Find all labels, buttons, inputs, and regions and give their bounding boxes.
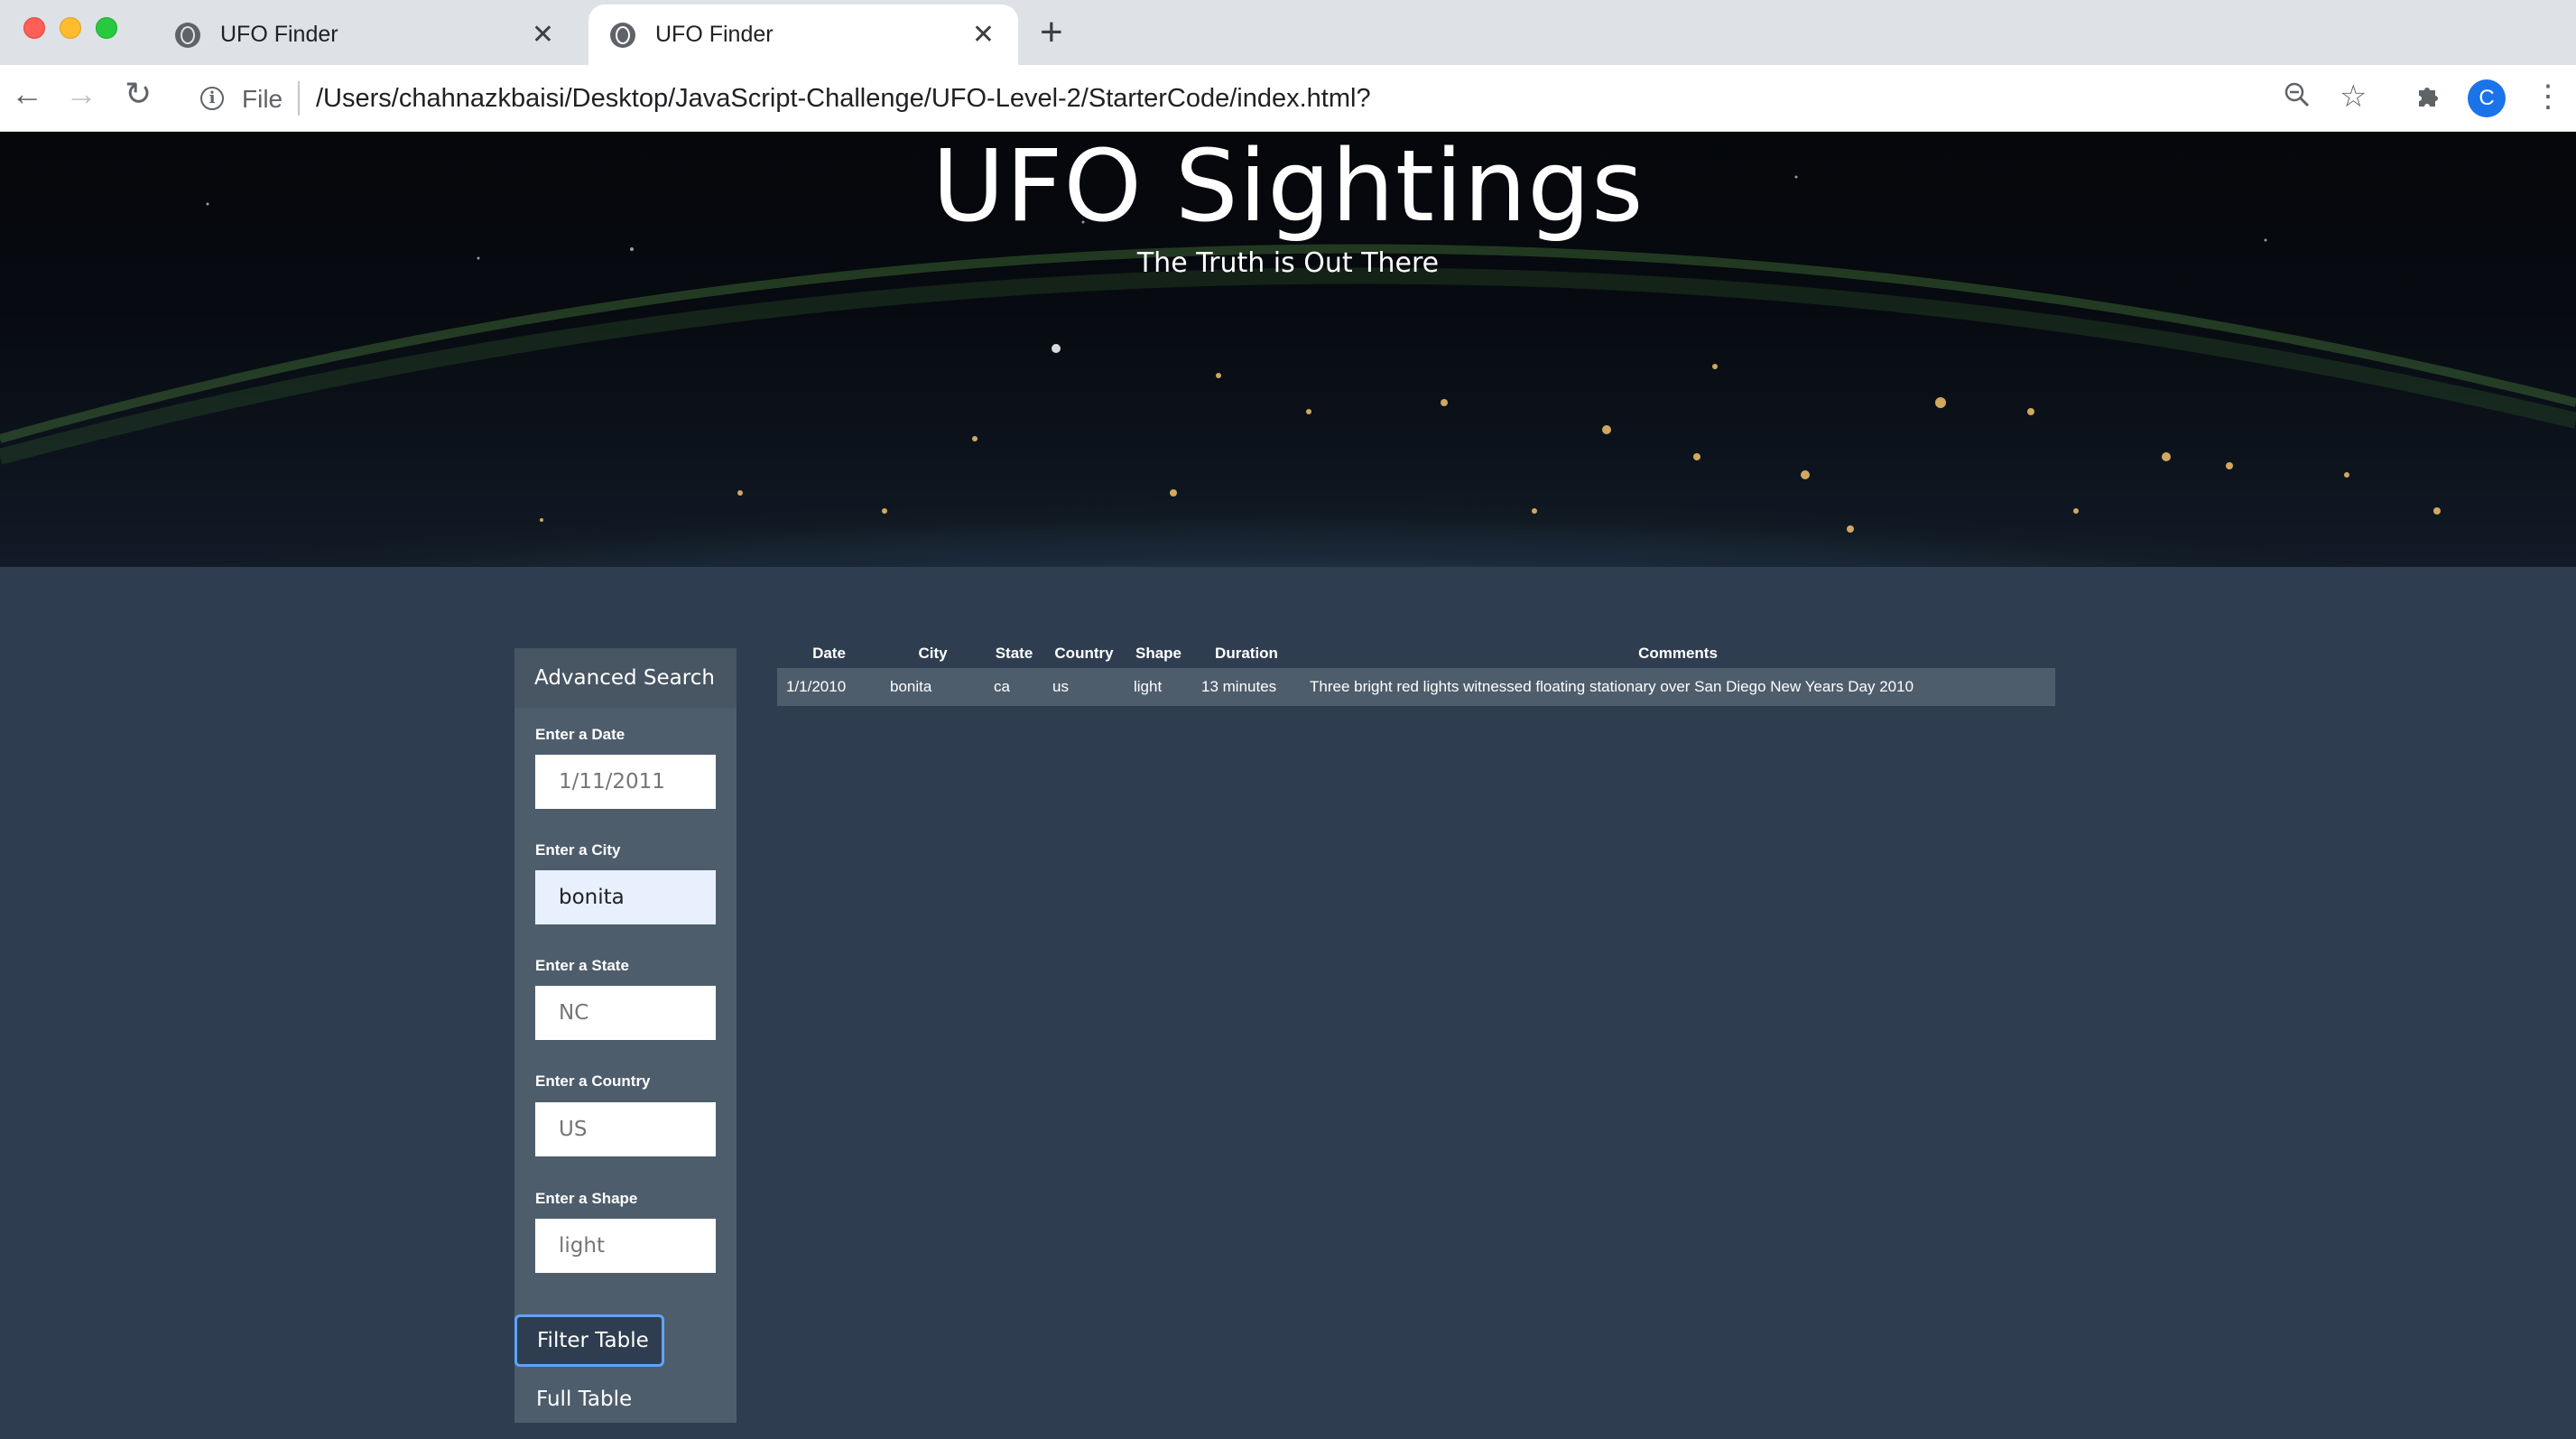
browser-tab-active[interactable]: UFO Finder ✕: [588, 5, 1018, 65]
country-input[interactable]: [535, 1102, 716, 1156]
full-table-button[interactable]: Full Table: [514, 1376, 737, 1423]
bookmark-star-icon[interactable]: ☆: [2340, 81, 2367, 112]
country-label: Enter a Country: [535, 1072, 651, 1090]
ufo-table: Date City State Country Shape Duration C…: [777, 639, 2055, 706]
state-input[interactable]: [535, 986, 716, 1040]
shape-label: Enter a Shape: [535, 1190, 638, 1207]
cell-date: 1/1/2010: [777, 668, 881, 706]
column-header: Date: [812, 645, 846, 662]
panel-heading: Advanced Search: [514, 648, 737, 708]
page-subtitle: The Truth is Out There: [1136, 247, 1440, 279]
date-input[interactable]: [535, 755, 716, 809]
extensions-puzzle-icon[interactable]: [2414, 81, 2442, 116]
column-header: City: [918, 645, 948, 662]
date-label: Enter a Date: [535, 726, 625, 743]
cell-shape: light: [1125, 668, 1192, 706]
cell-comments: Three bright red lights witnessed floati…: [1301, 668, 2055, 706]
window-zoom-button[interactable]: [96, 17, 117, 39]
tab-title: UFO Finder: [655, 22, 774, 47]
advanced-search-panel: Advanced Search Enter a Date Enter a Cit…: [514, 648, 737, 1423]
shape-input[interactable]: [535, 1219, 716, 1273]
more-menu-icon[interactable]: ⋮: [2533, 81, 2563, 112]
divider: [298, 81, 300, 116]
cell-duration: 13 minutes: [1192, 668, 1301, 706]
cell-city: bonita: [881, 668, 985, 706]
close-icon[interactable]: ✕: [972, 21, 995, 49]
scheme-label: File: [242, 85, 283, 113]
table-header-row: Date City State Country Shape Duration C…: [777, 639, 2055, 668]
filter-table-button[interactable]: Filter Table: [514, 1314, 664, 1367]
column-header: Comments: [1638, 645, 1718, 662]
globe-icon: [610, 22, 635, 48]
reload-icon[interactable]: ↻: [125, 78, 152, 110]
city-input[interactable]: [535, 870, 716, 924]
window-close-button[interactable]: [23, 17, 45, 39]
browser-toolbar: ← → ↻ i File /Users/chahnazkbaisi/Deskto…: [0, 65, 2576, 132]
address-bar[interactable]: /Users/chahnazkbaisi/Desktop/JavaScript-…: [316, 84, 1371, 114]
table-row: 1/1/2010 bonita ca us light 13 minutes T…: [777, 668, 2055, 706]
tab-title: UFO Finder: [220, 22, 338, 47]
back-arrow-icon[interactable]: ←: [11, 78, 43, 110]
column-header: State: [995, 645, 1033, 662]
zoom-icon[interactable]: [2284, 81, 2311, 114]
column-header: Duration: [1215, 645, 1278, 662]
column-header: Country: [1054, 645, 1114, 662]
info-icon[interactable]: i: [200, 87, 224, 110]
cell-country: us: [1043, 668, 1125, 706]
new-tab-icon[interactable]: +: [1040, 13, 1063, 52]
page-title: UFO Sightings: [931, 132, 1645, 244]
window-minimize-button[interactable]: [60, 17, 81, 39]
city-label: Enter a City: [535, 841, 621, 859]
browser-tab[interactable]: UFO Finder ✕: [153, 5, 578, 65]
hero-banner: UFO Sightings The Truth is Out There: [0, 132, 2576, 567]
state-label: Enter a State: [535, 957, 629, 974]
close-icon[interactable]: ✕: [532, 21, 554, 49]
forward-arrow-icon[interactable]: →: [65, 78, 97, 110]
browser-tab-bar: UFO Finder ✕ UFO Finder ✕ +: [0, 0, 2576, 65]
column-header: Shape: [1135, 645, 1182, 662]
cell-state: ca: [985, 668, 1043, 706]
avatar[interactable]: C: [2468, 79, 2506, 117]
globe-icon: [175, 22, 200, 48]
